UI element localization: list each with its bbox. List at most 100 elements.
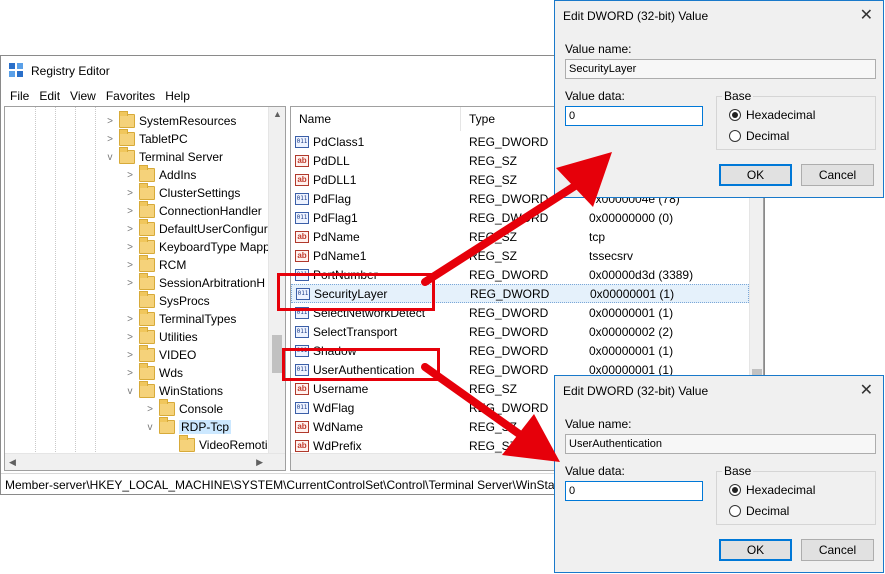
list-row[interactable]: 011 PdFlag1 REG_DWORD 0x00000000 (0) (291, 208, 749, 227)
tree-guide (35, 107, 36, 470)
value-name-field: UserAuthentication (565, 434, 876, 454)
reg-string-icon: ab (295, 154, 309, 167)
value-name-cell: 011 WdFlag (295, 401, 354, 415)
expand-chevron-right-icon[interactable]: > (125, 350, 135, 361)
value-name-text: WdName (313, 419, 364, 434)
expand-chevron-right-icon[interactable]: > (125, 224, 135, 235)
list-row[interactable]: ab PdName REG_SZ tcp (291, 227, 749, 246)
tree-item[interactable]: > SessionArbitrationH (125, 273, 265, 292)
highlight-userauthentication (282, 348, 440, 381)
tree-item[interactable]: > ConnectionHandler (125, 201, 262, 220)
expand-chevron-right-icon[interactable]: > (125, 170, 135, 181)
folder-icon (139, 165, 155, 182)
scroll-left-icon[interactable]: ◀ (9, 457, 16, 468)
value-type-cell: REG_SZ (469, 381, 518, 396)
reg-string-icon: ab (295, 173, 309, 186)
tree-item-label: VideoRemoti (199, 438, 268, 452)
folder-icon (139, 237, 155, 254)
folder-icon (159, 399, 175, 416)
tree-item-label: WinStations (159, 384, 224, 398)
expand-chevron-right-icon[interactable]: > (125, 188, 135, 199)
screenshot: Registry Editor File Edit View Favorites… (0, 0, 885, 574)
decimal-label: Decimal (746, 129, 790, 143)
folder-icon (179, 435, 195, 452)
value-name-text: PdClass1 (313, 134, 365, 149)
menu-edit[interactable]: Edit (39, 89, 60, 103)
hexadecimal-radio[interactable]: Hexadecimal (729, 483, 815, 497)
tree-item[interactable]: > RCM (125, 255, 186, 274)
scroll-up-icon[interactable]: ▲ (273, 109, 282, 119)
folder-icon (139, 345, 155, 362)
folder-icon (139, 219, 155, 236)
expand-chevron-right-icon[interactable]: > (125, 368, 135, 379)
expand-chevron-right-icon[interactable]: > (145, 404, 155, 415)
key-tree[interactable]: > SystemResources > TabletPC v Terminal Serve… (4, 106, 286, 471)
ok-button[interactable]: OK (719, 539, 792, 561)
value-type-cell: REG_SZ (469, 248, 518, 263)
value-data-cell: tssecsrv (589, 248, 634, 263)
window-title: Registry Editor (31, 64, 110, 78)
expand-chevron-down-icon[interactable]: v (145, 422, 155, 433)
column-header-name[interactable]: Name (291, 107, 461, 131)
menu-file[interactable]: File (10, 89, 29, 103)
folder-icon (139, 327, 155, 344)
tree-item[interactable]: > SystemResources (105, 111, 236, 130)
dialog-title: Edit DWORD (32-bit) Value (563, 9, 709, 23)
menu-help[interactable]: Help (165, 89, 190, 103)
tree-horizontal-scrollbar[interactable]: ◀ ▶ (5, 453, 285, 470)
folder-icon (119, 111, 135, 128)
tree-item[interactable]: > Wds (125, 363, 183, 382)
tree-item[interactable]: > TabletPC (105, 129, 188, 148)
highlight-securitylayer (277, 273, 435, 311)
hexadecimal-radio[interactable]: Hexadecimal (729, 108, 815, 122)
scroll-right-icon[interactable]: ▶ (256, 457, 263, 468)
folder-icon (139, 363, 155, 380)
expand-chevron-right-icon[interactable]: > (105, 134, 115, 145)
tree-item[interactable]: > ClusterSettings (125, 183, 240, 202)
menu-favorites[interactable]: Favorites (106, 89, 155, 103)
radio-unselected-icon (729, 505, 741, 517)
tree-item[interactable]: > KeyboardType Mapp (125, 237, 270, 256)
cancel-button[interactable]: Cancel (801, 539, 874, 561)
tree-item[interactable]: > VIDEO (125, 345, 196, 364)
expand-chevron-right-icon[interactable]: > (125, 314, 135, 325)
expand-chevron-right-icon[interactable]: > (125, 278, 135, 289)
value-type-cell: REG_SZ (469, 419, 518, 434)
reg-string-icon: ab (295, 249, 309, 262)
radio-unselected-icon (729, 130, 741, 142)
expand-chevron-right-icon[interactable]: > (125, 260, 135, 271)
tree-item[interactable]: SysProcs (125, 291, 210, 310)
tree-item[interactable]: VideoRemoti (165, 435, 268, 454)
hexadecimal-label: Hexadecimal (746, 483, 816, 497)
expand-chevron-right-icon[interactable]: > (125, 242, 135, 253)
tree-item[interactable]: > AddIns (125, 165, 196, 184)
list-row[interactable]: ab PdName1 REG_SZ tssecsrv (291, 246, 749, 265)
tree-item[interactable]: > Utilities (125, 327, 198, 346)
hexadecimal-label: Hexadecimal (746, 108, 816, 122)
tree-item[interactable]: v WinStations (125, 381, 224, 400)
close-icon[interactable]: ✕ (860, 5, 873, 25)
tree-item[interactable]: > DefaultUserConfigur (125, 219, 268, 238)
ok-button[interactable]: OK (719, 164, 792, 186)
folder-icon (139, 255, 155, 272)
close-icon[interactable]: ✕ (860, 380, 873, 400)
expand-chevron-down-icon[interactable]: v (105, 152, 115, 163)
list-row[interactable]: 011 SelectTransport REG_DWORD 0x00000002 (2… (291, 322, 749, 341)
expand-chevron-right-icon[interactable]: > (125, 206, 135, 217)
tree-item[interactable]: v Terminal Server (105, 147, 223, 166)
expand-chevron-right-icon[interactable]: > (105, 116, 115, 127)
tree-scroll-thumb[interactable] (272, 335, 282, 373)
tree-item[interactable]: v RDP-Tcp (145, 417, 232, 436)
cancel-button[interactable]: Cancel (801, 164, 874, 186)
decimal-radio[interactable]: Decimal (729, 504, 789, 518)
value-data-input[interactable]: 0 (565, 106, 703, 126)
reg-string-icon: ab (295, 439, 309, 452)
tree-item[interactable]: > TerminalTypes (125, 309, 236, 328)
expand-chevron-down-icon[interactable]: v (125, 386, 135, 397)
menu-view[interactable]: View (70, 89, 96, 103)
tree-item[interactable]: > Console (145, 399, 223, 418)
decimal-radio[interactable]: Decimal (729, 129, 789, 143)
value-data-input[interactable]: 0 (565, 481, 703, 501)
edit-dword-dialog-userauthentication: Edit DWORD (32-bit) Value ✕ Value name: … (554, 375, 884, 573)
expand-chevron-right-icon[interactable]: > (125, 332, 135, 343)
